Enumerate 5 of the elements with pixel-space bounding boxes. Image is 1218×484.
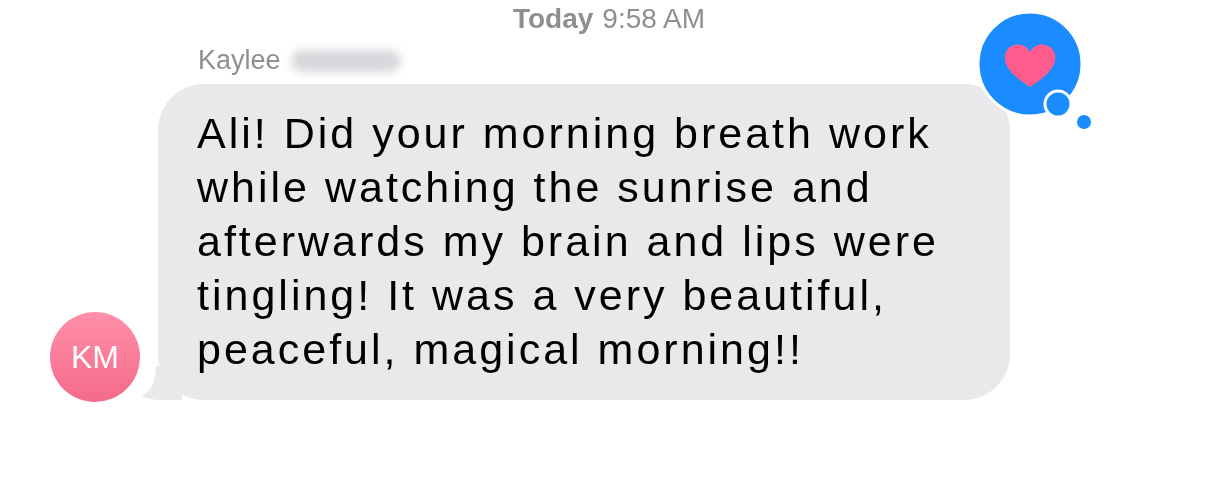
message-bubble[interactable]: Ali! Did your morning breath work while watching the sunrise and afterwards my brain and lips were tingling! It was a very beautiful, peaceful, magical morning!! — [158, 84, 1010, 400]
sender-name: Kaylee — [198, 45, 281, 76]
timestamp-day: Today — [512, 3, 594, 35]
timestamp-time: 9:58 AM — [602, 3, 706, 35]
message-text: Ali! Did your morning breath work while watching the sunrise and afterwards my brain and lips were tingling! It was a very beautiful, peaceful, magical morning!! — [197, 108, 940, 375]
